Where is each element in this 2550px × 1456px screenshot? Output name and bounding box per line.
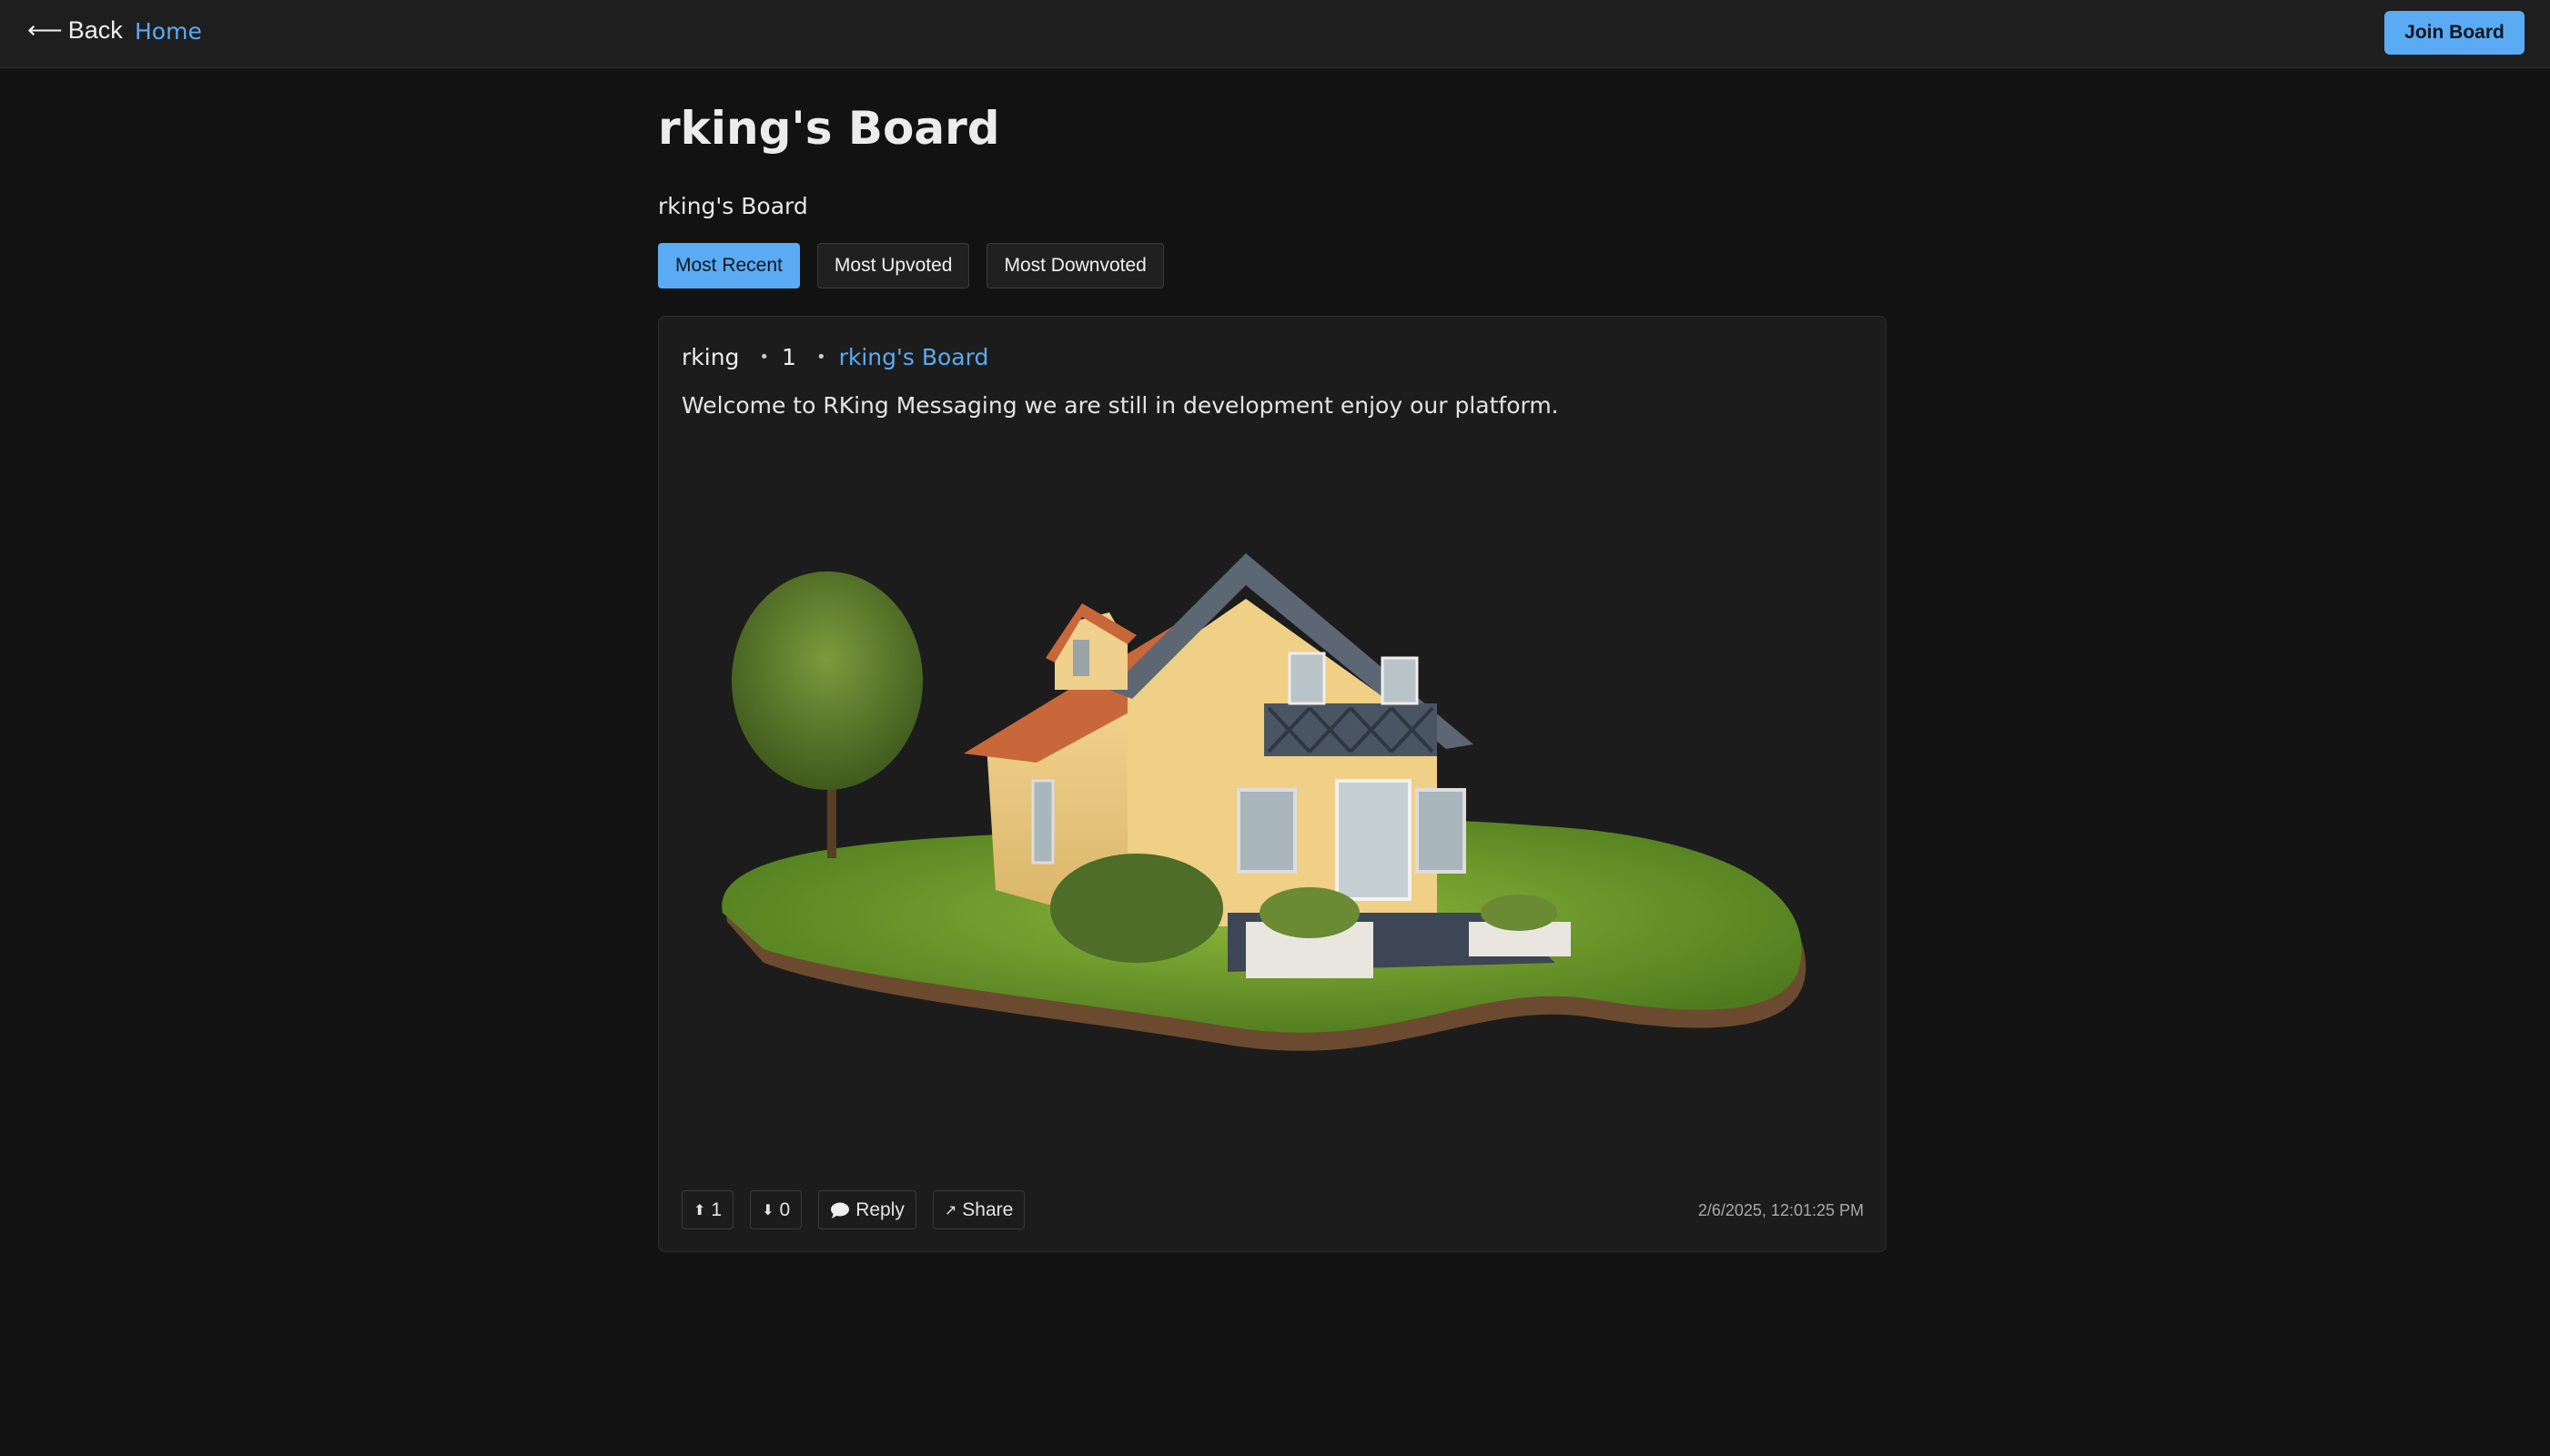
page-title: rking's Board: [658, 102, 1000, 155]
back-label: Back: [67, 16, 123, 44]
downvote-icon: ⬇: [762, 1202, 774, 1218]
share-label: Share: [962, 1198, 1014, 1220]
reply-button[interactable]: Reply: [818, 1190, 916, 1229]
post-author: rking: [682, 344, 740, 370]
sort-most-upvoted-button[interactable]: Most Upvoted: [816, 243, 970, 288]
home-link[interactable]: Home: [135, 18, 202, 45]
arrow-left-icon: ⟵: [27, 16, 63, 44]
share-button[interactable]: ↗ Share: [932, 1190, 1026, 1229]
speech-bubble-icon: [831, 1202, 850, 1218]
back-button[interactable]: ⟵ Back: [27, 16, 123, 45]
post-meta: rking • 1 • rking's Board: [682, 344, 988, 370]
post-card: rking • 1 • rking's Board Welcome to RKi…: [658, 316, 1887, 1252]
sort-most-downvoted-button[interactable]: Most Downvoted: [987, 243, 1164, 288]
join-board-button[interactable]: Join Board: [2384, 11, 2525, 55]
separator-dot: •: [815, 348, 826, 367]
separator-dot: •: [759, 348, 770, 367]
downvote-count: 0: [779, 1198, 791, 1220]
post-timestamp: 2/6/2025, 12:01:25 PM: [1697, 1201, 1864, 1219]
post-actions: ⬆ 1 ⬇ 0 Reply ↗ Share: [682, 1190, 1026, 1229]
upvote-icon: ⬆: [693, 1202, 706, 1218]
upvote-button[interactable]: ⬆ 1: [682, 1190, 734, 1229]
sort-most-recent-button[interactable]: Most Recent: [658, 243, 800, 288]
reply-label: Reply: [855, 1198, 905, 1220]
post-image-house: [722, 553, 1806, 1051]
post-score: 1: [782, 344, 796, 370]
sort-tabs: Most Recent Most Upvoted Most Downvoted: [658, 243, 1164, 288]
post-body: Welcome to RKing Messaging we are still …: [682, 392, 1559, 419]
downvote-button[interactable]: ⬇ 0: [750, 1190, 803, 1229]
upvote-count: 1: [711, 1198, 723, 1220]
board-description: rking's Board: [658, 193, 808, 219]
post-board-link[interactable]: rking's Board: [839, 344, 989, 370]
top-navigation-bar: ⟵ Back Home Join Board: [0, 0, 2550, 68]
share-arrow-icon: ↗: [944, 1202, 957, 1218]
